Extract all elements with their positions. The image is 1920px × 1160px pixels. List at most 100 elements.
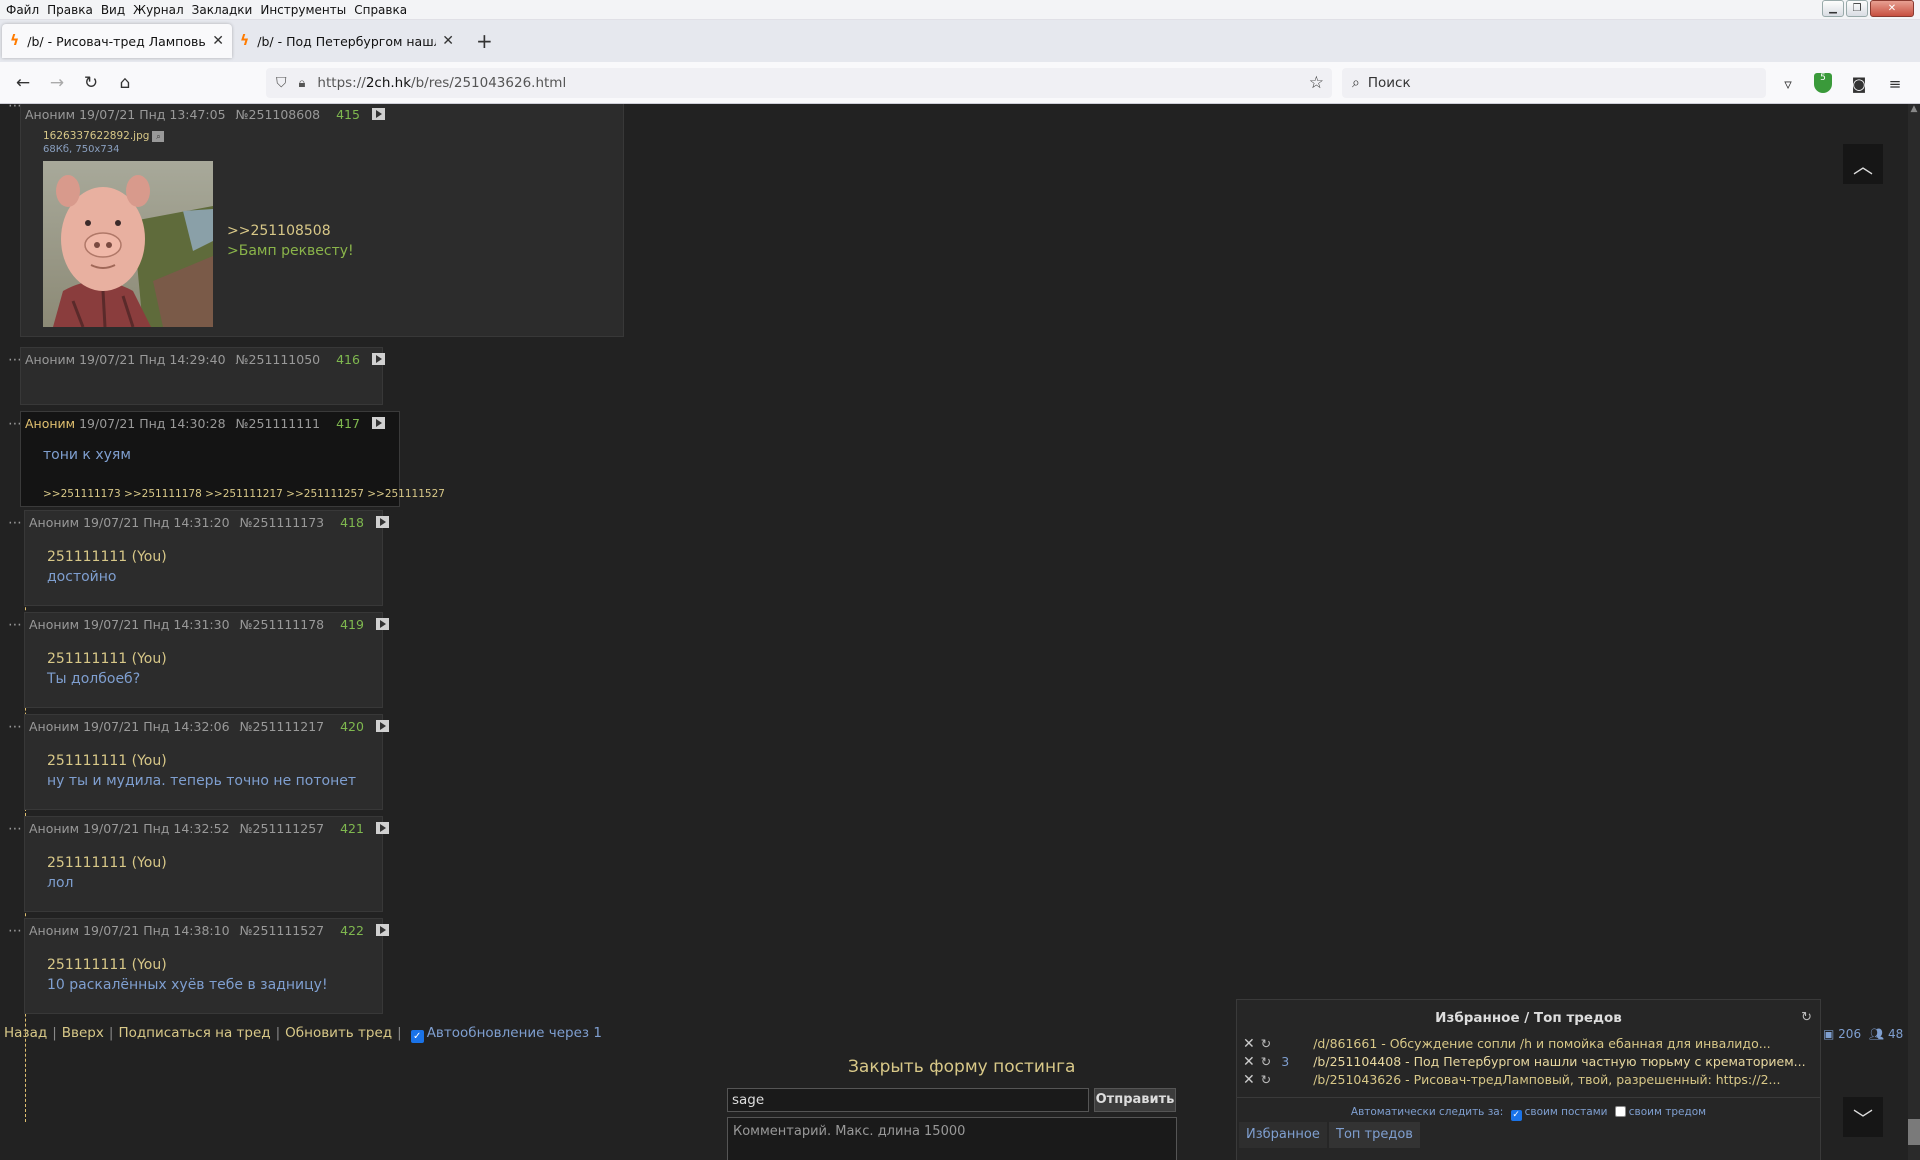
post-header: Аноним 19/07/21 Пнд 14:32:06 №251111217 … [29,719,389,734]
up-link[interactable]: Вверх [62,1025,104,1041]
post-count: 417 [336,416,360,431]
url-bar[interactable]: ⛉ 🔒︎ https://2ch.hk/b/res/251043626.html… [266,68,1332,98]
tab-active[interactable]: ϟ /b/ - Рисовач-тред Ламповый ✕ [2,24,232,58]
menu-view[interactable]: Вид [101,3,125,17]
favorite-row[interactable]: ✕ ↻ /b/251043626 - Рисовач-тредЛамповый, т… [1243,1072,1780,1088]
post-replies[interactable]: >>251111173 >>251111178 >>251111217 >>25… [43,488,445,500]
refresh-link[interactable]: Обновить тред [285,1025,392,1041]
bookmark-star-icon[interactable]: ☆ [1309,73,1324,93]
scroll-arrow-up-icon[interactable]: ▲ [1908,104,1920,114]
play-icon[interactable] [375,618,389,630]
scrollbar-thumb[interactable] [1908,1119,1920,1145]
post-header: Аноним 19/07/21 Пнд 14:29:40 №251111050 … [25,352,385,367]
menu-bar: Файл Правка Вид Журнал Закладки Инструме… [0,0,1920,20]
favorite-link[interactable]: /b/251043626 - Рисовач-тредЛамповый, тво… [1313,1072,1780,1087]
close-form-link[interactable]: Закрыть форму постинга [848,1057,1075,1077]
play-icon[interactable] [375,516,389,528]
scrollbar[interactable]: ▲ [1908,104,1920,1160]
post-number[interactable]: №251111217 [240,719,325,734]
email-field[interactable]: sage [727,1088,1089,1112]
post-number[interactable]: №251111257 [240,821,325,836]
favorite-row[interactable]: ✕ ↻ 3/b/251104408 - Под Петербургом нашли … [1243,1054,1806,1070]
subscribe-link[interactable]: Подписаться на тред [118,1025,270,1041]
reply-link[interactable]: 251111111 (You) [47,855,167,871]
new-tab-icon[interactable]: + [476,29,493,53]
tab-inactive[interactable]: ϟ /b/ - Под Петербургом нашли ✕ [232,24,462,58]
refresh-icon[interactable]: ↻ [1261,1036,1271,1051]
submit-button[interactable]: Отправить [1094,1088,1176,1112]
back-link[interactable]: Назад [4,1025,47,1041]
play-icon[interactable] [371,417,385,429]
lock-icon[interactable]: 🔒︎ [299,76,306,91]
remove-icon[interactable]: ✕ [1243,1036,1255,1052]
menu-edit[interactable]: Правка [47,3,93,17]
scroll-down-icon[interactable]: ﹀ [1843,1097,1883,1137]
reply-link[interactable]: 251111111 (You) [47,651,167,667]
reply-link[interactable]: 251111111 (You) [47,549,167,565]
own-thread-checkbox[interactable] [1614,1106,1626,1117]
hamburger-menu-icon[interactable]: ≡ [1884,73,1906,95]
post-number[interactable]: №251108608 [236,107,321,122]
pocket-icon[interactable]: ▿ [1777,73,1799,95]
post-count: 421 [340,821,364,836]
menu-history[interactable]: Журнал [133,3,184,17]
own-posts-checkbox[interactable]: ✓ [1510,1110,1522,1121]
play-icon[interactable] [375,822,389,834]
users-icon: 👥︎ [1868,1027,1885,1041]
post-number[interactable]: №251111111 [236,416,321,431]
play-icon[interactable] [375,924,389,936]
play-icon[interactable] [375,720,389,732]
post-number[interactable]: №251111173 [240,515,325,530]
refresh-icon[interactable]: ↻ [1801,1010,1812,1025]
close-window-icon[interactable]: ✕ [1870,0,1914,17]
ublock-icon[interactable]: 5 [1814,73,1832,93]
favorite-link[interactable]: /b/251104408 - Под Петербургом нашли час… [1313,1054,1805,1069]
post-menu-icon[interactable]: ⋯ [8,923,23,939]
search-input[interactable]: ⌕ Поиск [1342,68,1766,98]
tab-top-threads[interactable]: Топ тредов [1329,1122,1420,1148]
reply-link[interactable]: 251111111 (You) [47,753,167,769]
favorite-row[interactable]: ✕ ↻ /d/861661 - Обсуждение сопли /h и помо… [1243,1036,1771,1052]
post-menu-icon[interactable]: ⋯ [8,821,23,837]
nav-bar: ← → ↻ ⌂ ⛉ 🔒︎ https://2ch.hk/b/res/251043… [0,62,1920,104]
play-icon[interactable] [371,108,385,120]
back-arrow-icon[interactable]: ← [8,68,38,98]
menu-bookmarks[interactable]: Закладки [192,3,253,17]
tab-favorites[interactable]: Избранное [1239,1122,1327,1148]
play-icon[interactable] [371,353,385,365]
menu-file[interactable]: Файл [6,3,39,17]
refresh-icon[interactable]: ↻ [1261,1072,1271,1087]
post-author: Аноним [29,617,80,632]
reload-icon[interactable]: ↻ [76,68,106,98]
home-icon[interactable]: ⌂ [110,68,140,98]
menu-tools[interactable]: Инструменты [260,3,346,17]
remove-icon[interactable]: ✕ [1243,1072,1255,1088]
autoupdate-checkbox[interactable]: ✓ [410,1030,424,1043]
favorite-link[interactable]: /d/861661 - Обсуждение сопли /h и помойк… [1313,1036,1770,1051]
remove-icon[interactable]: ✕ [1243,1054,1255,1070]
menu-help[interactable]: Справка [354,3,407,17]
post: Аноним 19/07/21 Пнд 14:31:30 №251111178 … [24,612,389,708]
post-number[interactable]: №251111178 [240,617,325,632]
own-thread-label: своим тредом [1628,1106,1707,1118]
extension-icon[interactable]: ◙ [1848,73,1870,95]
refresh-icon[interactable]: ↻ [1261,1054,1271,1069]
scroll-up-icon[interactable]: ︿ [1843,144,1883,184]
maximize-icon[interactable]: ❐ [1846,0,1868,17]
close-tab-icon[interactable]: ✕ [442,33,454,49]
reply-link[interactable]: 251111111 (You) [47,957,167,973]
post-number[interactable]: №251111527 [240,923,325,938]
search-image-icon[interactable]: ⌕ [152,131,165,142]
post-menu-icon[interactable]: ⋯ [8,719,23,735]
post-menu-icon[interactable]: ⋯ [8,515,23,531]
file-name[interactable]: 1626337622892.jpg ⌕ [43,130,165,142]
post-menu-icon[interactable]: ⋯ [8,617,23,633]
comment-field[interactable]: Комментарий. Макс. длина 15000 [727,1117,1177,1160]
close-tab-icon[interactable]: ✕ [212,33,224,49]
reply-link[interactable]: >>251108508 [227,223,331,239]
shield-icon[interactable]: ⛉ [276,75,287,91]
minimize-icon[interactable]: ▁ [1822,0,1844,17]
forward-arrow-icon[interactable]: → [42,68,72,98]
post-image[interactable] [43,161,213,327]
post-number[interactable]: №251111050 [236,352,321,367]
